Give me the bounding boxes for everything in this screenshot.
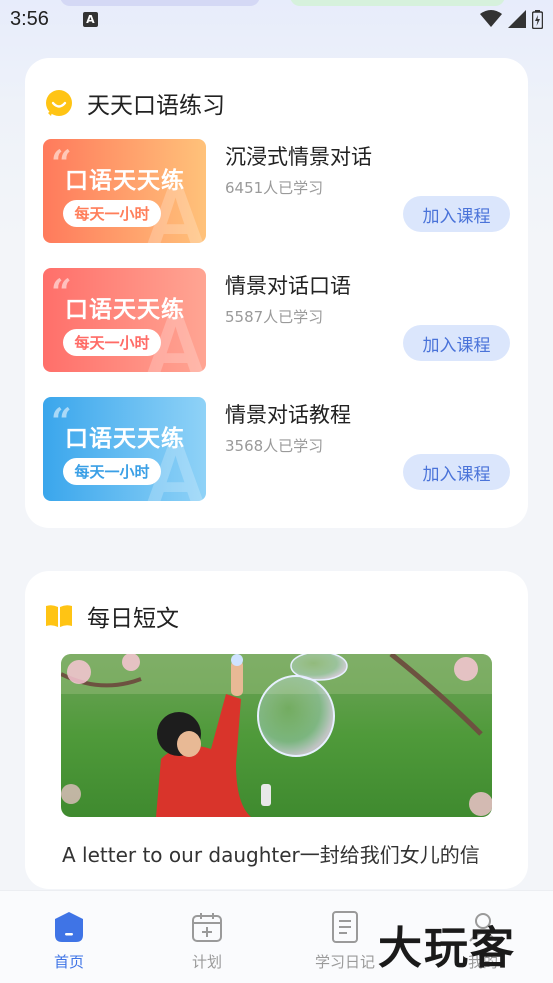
- course-item[interactable]: A “ 口语天天练 每天一小时 情景对话口语 5587人已学习 加入课程: [43, 268, 510, 373]
- learner-count: 6451人已学习: [225, 179, 324, 197]
- nav-label-plan: 计划: [191, 953, 222, 971]
- watermark-logo: 大玩客: [378, 923, 516, 974]
- daily-article-card: 每日短文 A letter to our daughter一封给我们女儿的信: [25, 571, 528, 889]
- smile-chat-icon: [46, 90, 72, 116]
- join-course-button[interactable]: 加入课程: [403, 196, 510, 232]
- notebook-icon: [332, 911, 358, 943]
- wifi-icon: [480, 10, 502, 27]
- course-name[interactable]: 情景对话口语: [225, 270, 351, 300]
- daily-title: 每日短文: [87, 606, 179, 632]
- daily-header: 每日短文: [45, 599, 179, 633]
- nav-item-diary[interactable]: 学习日记: [305, 911, 385, 972]
- open-book-icon: [46, 605, 72, 627]
- course-item[interactable]: A “ 口语天天练 每天一小时 情景对话教程 3568人已学习 加入课程: [43, 397, 510, 502]
- status-bar: 3:56 A: [0, 0, 553, 38]
- course-item[interactable]: A “ 口语天天练 每天一小时 沉浸式情景对话 6451人已学习 加入课程: [43, 139, 510, 244]
- thumbnail-title: 口语天天练: [65, 426, 185, 452]
- nav-item-home[interactable]: 首页: [29, 911, 109, 972]
- nav-label-home: 首页: [53, 953, 84, 971]
- signal-icon: [508, 10, 526, 28]
- notification-icon: A: [82, 11, 98, 27]
- courses-card: 天天口语练习 A “ 口语天天练 每天一小时 沉浸式情景对话 6451人已学习 …: [25, 58, 528, 528]
- course-thumbnail[interactable]: A “ 口语天天练 每天一小时: [43, 397, 206, 501]
- status-time: 3:56: [10, 7, 49, 30]
- article-cover-image[interactable]: [61, 654, 492, 817]
- battery-icon: [532, 9, 543, 29]
- course-name[interactable]: 情景对话教程: [225, 399, 351, 429]
- join-course-button[interactable]: 加入课程: [403, 325, 510, 361]
- course-name[interactable]: 沉浸式情景对话: [225, 141, 372, 171]
- thumbnail-title: 口语天天练: [65, 297, 185, 323]
- thumbnail-title: 口语天天练: [65, 168, 185, 194]
- calendar-icon: [192, 913, 222, 942]
- thumbnail-tag: 每天一小时: [63, 458, 161, 485]
- thumbnail-tag: 每天一小时: [63, 200, 161, 227]
- course-thumbnail[interactable]: A “ 口语天天练 每天一小时: [43, 139, 206, 243]
- article-caption[interactable]: A letter to our daughter一封给我们女儿的信: [62, 839, 480, 868]
- courses-title: 天天口语练习: [87, 93, 225, 119]
- learner-count: 5587人已学习: [225, 308, 324, 326]
- thumbnail-tag: 每天一小时: [63, 329, 161, 356]
- status-indicators: [480, 9, 543, 29]
- nav-label-diary: 学习日记: [314, 953, 375, 971]
- learner-count: 3568人已学习: [225, 437, 324, 455]
- course-thumbnail[interactable]: A “ 口语天天练 每天一小时: [43, 268, 206, 372]
- home-icon: [55, 912, 83, 942]
- courses-header: 天天口语练习: [45, 86, 225, 120]
- nav-item-plan[interactable]: 计划: [167, 911, 247, 972]
- join-course-button[interactable]: 加入课程: [403, 454, 510, 490]
